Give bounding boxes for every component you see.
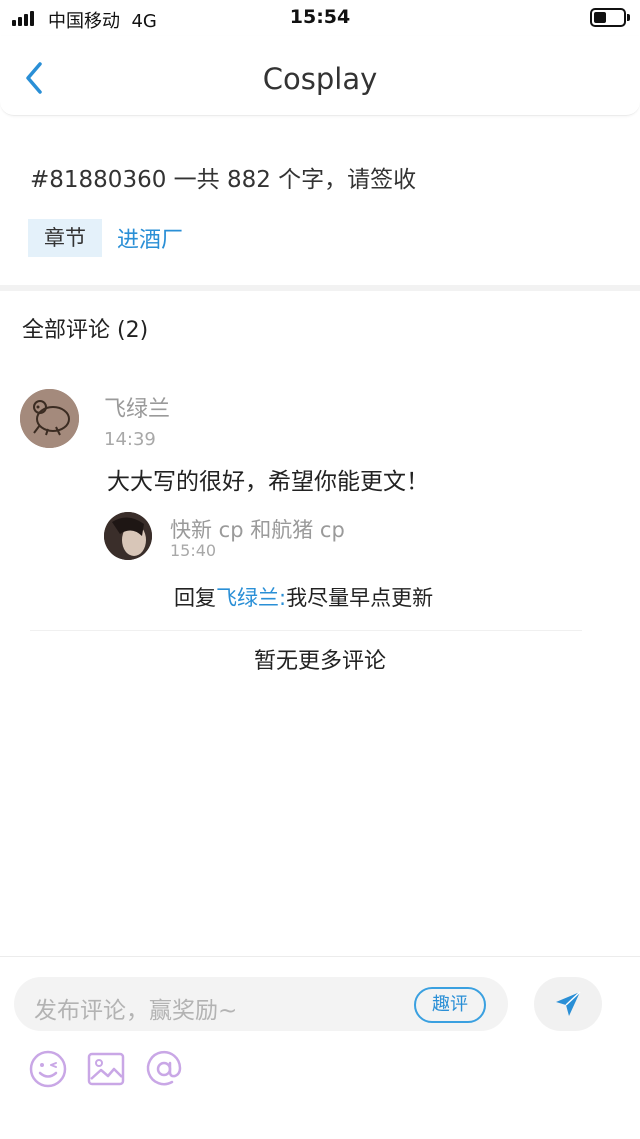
status-time: 15:54 [289,6,351,28]
emoji-icon[interactable] [28,1049,68,1089]
reply-prefix: 回复 [174,586,216,610]
post-title: #81880360 一共 882 个字，请签收 [30,167,417,193]
comment-placeholder: 发布评论，赢奖励~ [34,998,238,1024]
send-button[interactable] [534,977,602,1031]
reply-author[interactable]: 快新 cp 和航猪 cp [170,514,345,544]
avatar[interactable] [104,512,152,560]
section-divider [0,285,640,291]
chapter-link[interactable]: 进酒厂 [117,222,183,254]
reply-text: 回复飞绿兰:我尽量早点更新 [174,582,433,612]
quping-button[interactable]: 趣评 [414,987,486,1023]
thread-divider [30,630,582,631]
comment-input[interactable]: 发布评论，赢奖励~ 趣评 [14,977,508,1031]
reply-body: 我尽量早点更新 [286,586,434,610]
bear-avatar-icon [20,389,79,448]
comment-author[interactable]: 飞绿兰 [104,391,170,423]
send-icon [556,991,581,1016]
battery-icon [590,8,630,27]
reply-mention[interactable]: 飞绿兰: [216,586,286,610]
status-bar: 中国移动 4G 15:54 [0,0,640,36]
reply-time: 15:40 [170,541,217,560]
comment-time: 14:39 [104,429,156,450]
comment-composer: 发布评论，赢奖励~ 趣评 [0,956,640,1139]
page-title: Cosplay [262,62,378,96]
nav-bar: Cosplay [0,36,640,116]
comment-text: 大大写的很好，希望你能更文！ [107,469,429,495]
at-icon[interactable] [144,1049,184,1089]
chapter-tag: 章节 [28,219,102,257]
portrait-avatar-icon [104,512,152,560]
image-icon[interactable] [86,1049,126,1089]
comments-header: 全部评论 (2) [22,318,149,343]
no-more-comments: 暂无更多评论 [253,649,386,674]
avatar[interactable] [20,389,79,448]
